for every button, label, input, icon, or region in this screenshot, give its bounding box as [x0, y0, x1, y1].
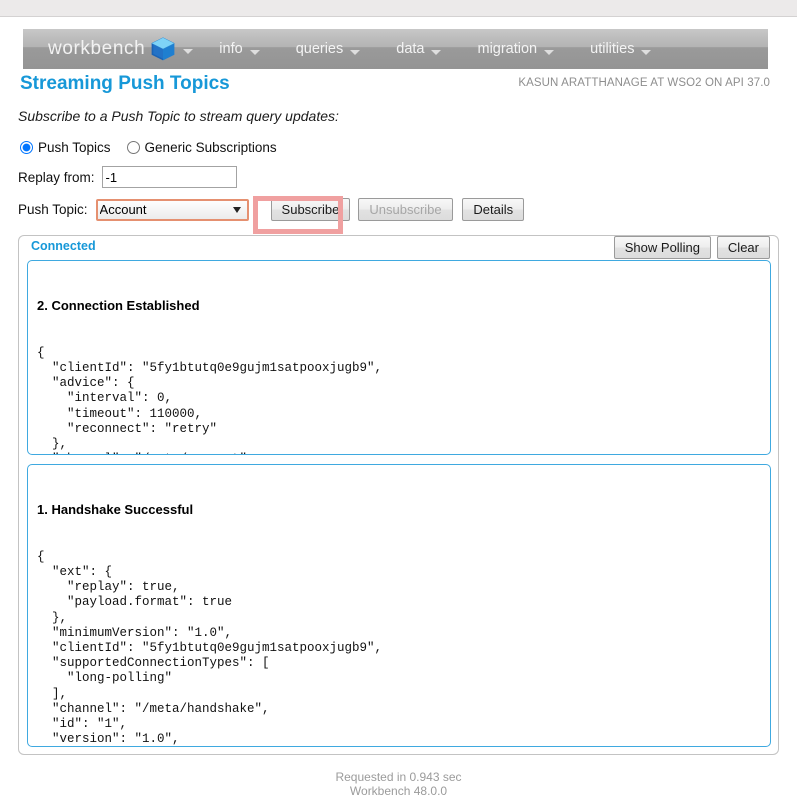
connection-status-badge: Connected — [31, 239, 96, 253]
unsubscribe-button: Unsubscribe — [358, 198, 453, 221]
subscribe-button[interactable]: Subscribe — [270, 198, 351, 221]
chevron-down-icon — [641, 50, 652, 55]
page-root: workbench info queries data migration ut… — [0, 0, 797, 800]
chevron-down-icon — [544, 50, 555, 55]
console-header: Connected Show Polling Clear — [19, 236, 778, 261]
push-topic-label: Push Topic: — [18, 202, 88, 217]
push-topic-select[interactable]: Account — [95, 198, 249, 221]
brand-logo[interactable]: workbench — [48, 36, 194, 62]
replay-from-label: Replay from: — [18, 169, 95, 185]
details-button[interactable]: Details — [462, 198, 525, 221]
nav-item-queries-label: queries — [295, 41, 344, 57]
radio-generic-subscriptions-label[interactable]: Generic Subscriptions — [145, 140, 277, 155]
clear-button[interactable]: Clear — [716, 236, 770, 259]
browser-chrome-strip — [0, 0, 797, 17]
nav-item-migration[interactable]: migration — [477, 41, 555, 57]
message-body: { "clientId": "5fy1btutq0e9gujm1satpooxj… — [37, 345, 383, 454]
nav-item-info[interactable]: info — [219, 41, 260, 57]
user-org-info: KASUN ARATTHANAGE AT WSO2 ON API 37.0 — [518, 77, 770, 89]
radio-generic-subscriptions[interactable] — [126, 141, 140, 154]
page-subtitle: Subscribe to a Push Topic to stream quer… — [18, 108, 339, 124]
message-title: 2. Connection Established — [37, 298, 200, 314]
radio-push-topics[interactable] — [20, 141, 33, 154]
request-time-text: Requested in 0.943 sec — [335, 770, 462, 784]
message-title: 1. Handshake Successful — [37, 502, 194, 518]
message-body: { "ext": { "replay": true, "payload.form… — [37, 549, 383, 747]
subscription-mode-radio-group: Push Topics Generic Subscriptions — [20, 140, 293, 155]
radio-push-topics-label[interactable]: Push Topics — [38, 140, 111, 155]
replay-from-row: Replay from: — [18, 166, 237, 188]
main-navbar: workbench info queries data migration ut… — [23, 29, 768, 69]
nav-item-data[interactable]: data — [396, 41, 442, 57]
page-footer: Requested in 0.943 sec Workbench 48.0.0 — [0, 770, 797, 798]
brand-chevron-down-icon[interactable] — [183, 48, 194, 54]
streaming-console-panel: Connected Show Polling Clear 2. Connecti… — [18, 235, 779, 755]
brand-label: workbench — [48, 38, 146, 59]
chevron-down-icon — [249, 50, 260, 55]
unsubscribe-button-holder: Unsubscribe Details — [358, 198, 525, 221]
workbench-version-text: Workbench 48.0.0 — [349, 784, 448, 798]
message-box-handshake-successful: 1. Handshake Successful { "ext": { "repl… — [27, 464, 771, 747]
chevron-down-icon — [431, 50, 442, 55]
push-topic-row: Push Topic: Account Subscribe Unsubscrib… — [18, 198, 525, 221]
console-header-buttons: Show Polling Clear — [613, 236, 770, 259]
subscribe-button-holder: Subscribe — [270, 198, 351, 221]
show-polling-button[interactable]: Show Polling — [613, 236, 711, 259]
nav-item-utilities-label: utilities — [590, 41, 635, 57]
workbench-cube-icon — [151, 37, 176, 61]
push-topic-select-wrapper: Account — [95, 198, 249, 221]
chevron-down-icon — [350, 50, 361, 55]
nav-item-queries[interactable]: queries — [296, 41, 361, 57]
nav-item-utilities[interactable]: utilities — [590, 41, 652, 57]
nav-item-migration-label: migration — [477, 41, 538, 57]
nav-item-data-label: data — [396, 41, 425, 57]
page-title: Streaming Push Topics — [20, 73, 230, 94]
message-box-connection-established: 2. Connection Established { "clientId": … — [27, 260, 771, 455]
nav-item-info-label: info — [219, 41, 243, 57]
replay-from-input[interactable] — [101, 166, 237, 188]
